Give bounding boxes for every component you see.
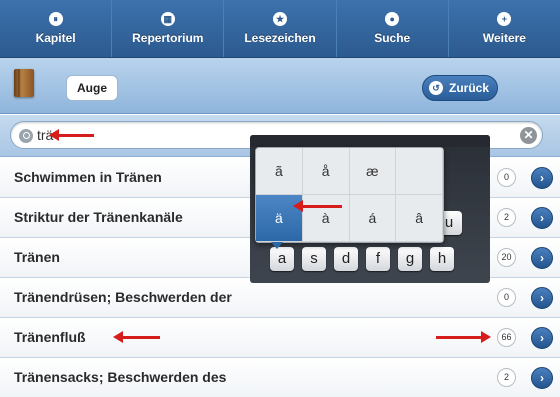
back-button[interactable]: ↺ Zurück [422, 75, 498, 101]
tab-weitere[interactable]: + Weitere [449, 0, 560, 57]
accent-option[interactable]: à [302, 195, 350, 242]
list-item-label: Schwimmen in Tränen [14, 169, 162, 185]
tab-suche[interactable]: ● Suche [337, 0, 449, 57]
list-item-label: Striktur der Tränenkanäle [14, 209, 183, 225]
annotation-arrow-count [436, 331, 491, 343]
key-g[interactable]: g [398, 247, 422, 271]
plus-icon: + [497, 12, 512, 26]
accent-option[interactable]: å [302, 148, 350, 195]
accent-option[interactable]: æ [349, 148, 397, 195]
count-badge: 66 [497, 328, 516, 347]
tab-kapitel[interactable]: ⏸ Kapitel [0, 0, 113, 57]
count-badge: 20 [497, 248, 516, 267]
magnifier-icon [19, 129, 33, 143]
chevron-right-icon[interactable]: › [531, 367, 553, 389]
book-icon[interactable] [14, 69, 34, 97]
accent-picker: ã å æ ä à á â [255, 147, 444, 243]
chevron-right-icon[interactable]: › [531, 247, 553, 269]
tab-label: Repertorium [132, 31, 204, 45]
list-item-label: Tränen [14, 249, 60, 265]
accent-picker-tail [271, 242, 283, 249]
list-item-label: Tränenfluß [14, 329, 86, 345]
list-item-label: Tränensacks; Beschwerden des [14, 369, 227, 385]
tab-label: Weitere [482, 31, 526, 45]
key-s[interactable]: s [302, 247, 326, 271]
toolbar: Auge ↺ Zurück [0, 58, 560, 114]
keyboard-suggestion-bar [250, 135, 490, 147]
annotation-arrow-result [113, 331, 160, 343]
key-d[interactable]: d [334, 247, 358, 271]
tab-repertorium[interactable]: ▦ Repertorium [112, 0, 225, 57]
accent-option[interactable]: ã [256, 148, 303, 195]
tab-lesezeichen[interactable]: ★ Lesezeichen [224, 0, 337, 57]
tab-bar: ⏸ Kapitel ▦ Repertorium ★ Lesezeichen ● … [0, 0, 560, 58]
accent-option[interactable] [396, 148, 443, 195]
annotation-arrow-accent [293, 200, 342, 212]
back-label: Zurück [449, 81, 490, 95]
star-icon: ★ [273, 12, 287, 26]
search-icon: ● [385, 12, 400, 26]
list-item[interactable]: Tränendrüsen; Beschwerden der 0 › [0, 278, 560, 318]
count-badge: 2 [497, 368, 516, 387]
chevron-right-icon[interactable]: › [531, 287, 553, 309]
tab-label: Kapitel [35, 31, 76, 45]
chevron-right-icon[interactable]: › [531, 167, 553, 189]
clear-icon[interactable]: ✕ [520, 127, 537, 144]
count-badge: 0 [497, 168, 516, 187]
key-h[interactable]: h [430, 247, 454, 271]
accent-option[interactable]: á [349, 195, 397, 242]
list-item[interactable]: Tränensacks; Beschwerden des 2 › [0, 358, 560, 397]
accent-option[interactable]: â [396, 195, 443, 242]
count-badge: 2 [497, 208, 516, 227]
tab-label: Lesezeichen [244, 31, 316, 45]
list-item-label: Tränendrüsen; Beschwerden der [14, 289, 232, 305]
key-a[interactable]: a [270, 247, 294, 271]
back-icon: ↺ [429, 81, 443, 95]
annotation-arrow-search [49, 129, 94, 141]
tab-label: Suche [374, 31, 411, 45]
chapter-button[interactable]: Auge [66, 75, 118, 101]
count-badge: 0 [497, 288, 516, 307]
chapter-icon: ⏸ [48, 12, 63, 26]
chevron-right-icon[interactable]: › [531, 327, 553, 349]
key-f[interactable]: f [366, 247, 390, 271]
grid-icon: ▦ [160, 12, 175, 26]
chevron-right-icon[interactable]: › [531, 207, 553, 229]
